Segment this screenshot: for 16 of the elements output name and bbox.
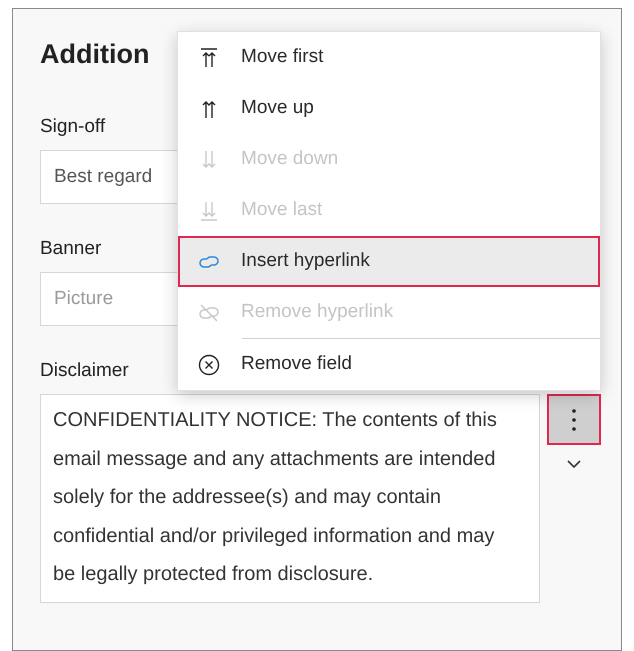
menu-item[interactable]: Move first [178, 32, 600, 83]
menu-item[interactable]: Move up [178, 83, 600, 134]
chevron-down-icon[interactable] [566, 459, 582, 469]
link-slash-icon [198, 302, 220, 324]
field-label: Disclaimer [40, 359, 129, 383]
field-label: Banner [40, 237, 102, 261]
panel-heading: Addition [40, 38, 150, 71]
circle-x-icon [198, 354, 220, 376]
double-arrow-down-bar-icon [198, 200, 220, 222]
field-label: Sign-off [40, 115, 106, 139]
vertical-dots-icon [571, 408, 577, 432]
menu-item[interactable]: Remove field [178, 339, 600, 390]
text-area[interactable]: CONFIDENTIALITY NOTICE: The contents of this email message and any attachments are intended solely for the addressee(s) and may contain confidential and/or privileged information and may be legally protected from disclosure. [40, 394, 540, 602]
bar-double-arrow-up-icon [198, 46, 220, 68]
more-options-button[interactable] [547, 394, 601, 445]
menu-item[interactable]: Insert hyperlink [178, 236, 600, 287]
